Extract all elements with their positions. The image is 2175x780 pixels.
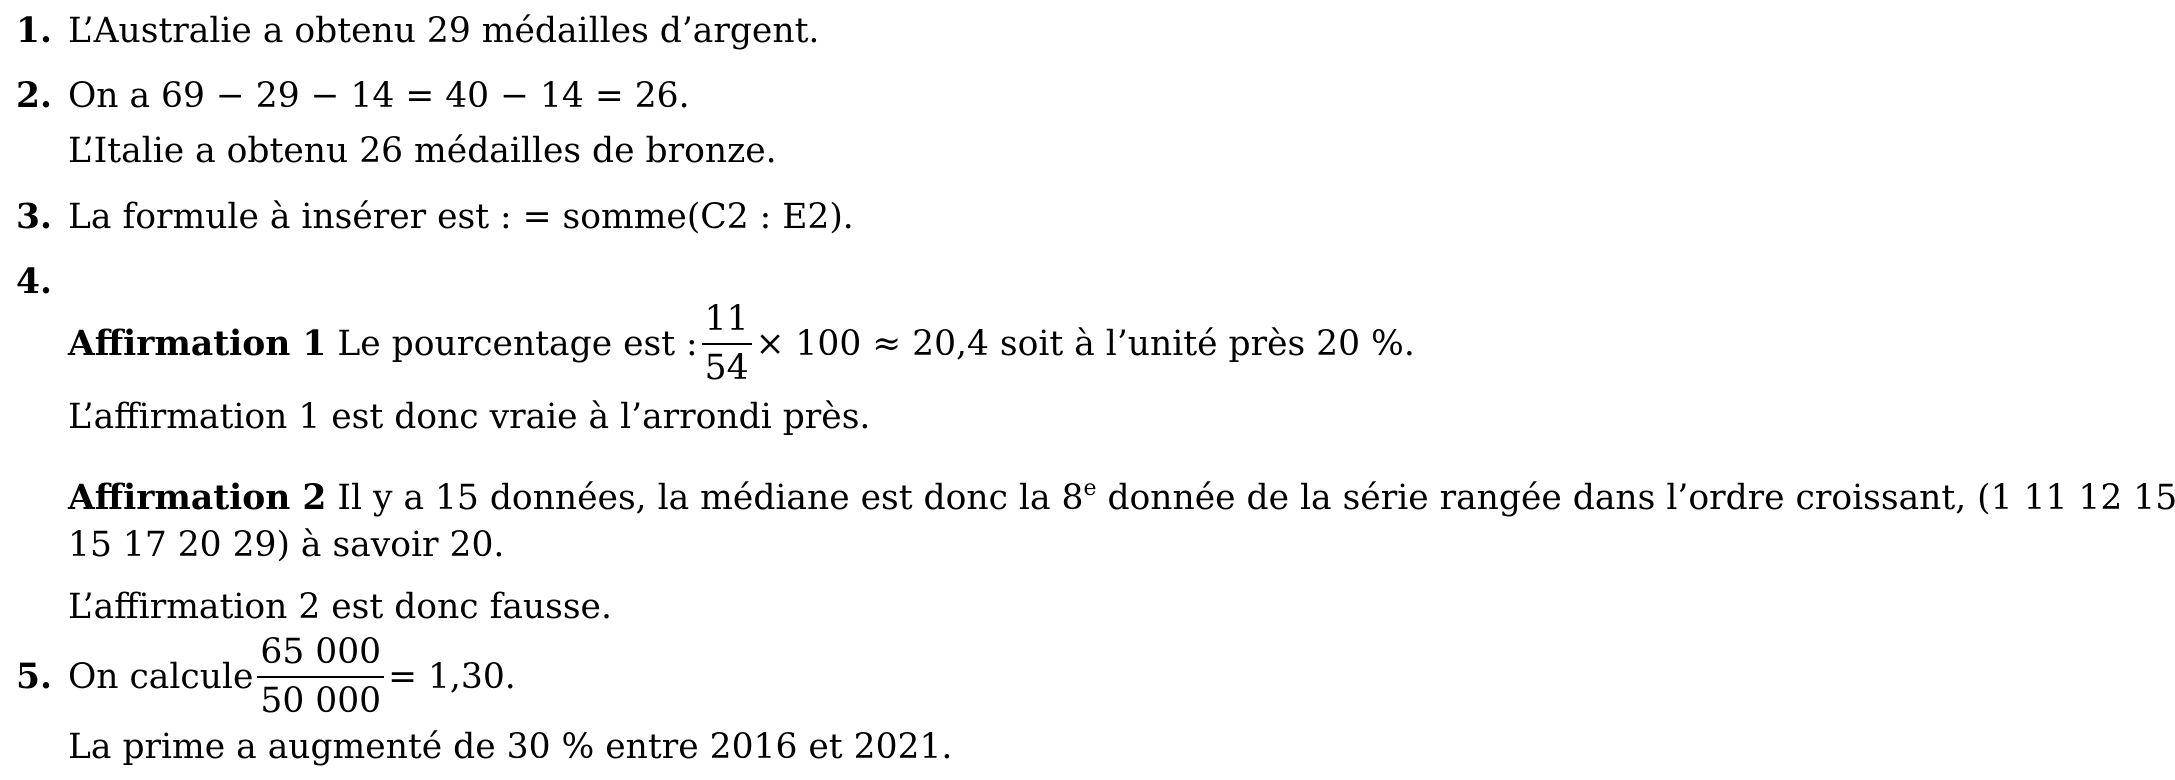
affirmation-2-text-start: Il y a 15 données, la médiane est donc l… [337,478,1084,518]
fraction-numerator: 11 [704,298,749,339]
item-1-number: 1. [16,11,53,51]
fraction-11-over-54: 11 54 [701,298,752,390]
item-5-intro: On calcule [68,656,254,697]
fraction-denominator: 54 [704,348,749,388]
item-5-number: 5. [16,657,53,697]
affirmation-2-line-1: Affirmation 2 Il y a 15 données, la médi… [68,478,2175,518]
item-5-calculation-line: On calcule 65 000 50 000 = 1,30. [68,630,516,724]
affirmation-2-text-end: donnée de la série rangée dans l’ordre c… [1107,478,2175,518]
fraction-denominator: 50 000 [260,681,382,721]
ordinal-superscript: e [1083,476,1097,501]
affirmation-2-line-2: 15 17 20 29) à savoir 20. [68,525,505,565]
item-3-text: La formule à insérer est : = somme(C2 : … [68,197,854,237]
affirmation-1-intro: Le pourcentage est : [337,323,698,364]
item-3-number: 3. [16,197,53,237]
item-5-result: = 1,30. [388,656,516,697]
item-2-calculation: On a 69 − 29 − 14 = 40 − 14 = 26. [68,76,690,116]
fraction-bar [257,676,385,678]
affirmation-2-conclusion: L’affirmation 2 est donc fausse. [68,587,612,627]
item-5-conclusion: La prime a augmenté de 30 % entre 2016 e… [68,727,953,767]
fraction-numerator: 65 000 [260,631,382,672]
affirmation-1-conclusion: L’affirmation 1 est donc vraie à l’arron… [68,397,871,437]
affirmation-1-line: Affirmation 1 Le pourcentage est : 11 54… [68,297,1415,391]
affirmation-2-label: Affirmation 2 [68,478,327,518]
item-4-number: 4. [16,262,53,302]
item-2-number: 2. [16,76,53,116]
correction-document: 1. L’Australie a obtenu 29 médailles d’a… [0,0,2175,780]
item-2-conclusion: L’Italie a obtenu 26 médailles de bronze… [68,131,777,171]
item-1-text: L’Australie a obtenu 29 médailles d’arge… [68,11,820,51]
affirmation-1-computation: × 100 ≈ 20,4 soit à l’unité près 20 %. [755,323,1415,364]
affirmation-1-label: Affirmation 1 [68,323,327,364]
fraction-65000-over-50000: 65 000 50 000 [257,631,385,723]
fraction-bar [701,343,752,345]
